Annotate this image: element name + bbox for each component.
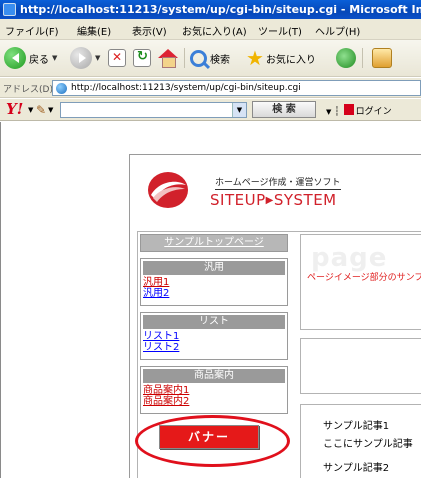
refresh-icon bbox=[133, 49, 151, 67]
history-icon bbox=[336, 48, 356, 68]
pencil-icon[interactable]: ✎ bbox=[36, 103, 46, 117]
logo-arrow-icon: ▶ bbox=[265, 195, 274, 206]
forward-button[interactable]: ▼ bbox=[70, 46, 100, 70]
site-tagline: ホームページ作成・運営ソフト bbox=[215, 175, 341, 190]
yahoo-login[interactable]: ▼ ┆ ログイン bbox=[326, 104, 392, 117]
yahoo-search-button[interactable]: 検 索 bbox=[252, 101, 316, 118]
article-item[interactable]: サンプル記事1 bbox=[323, 417, 389, 432]
logo-left: SITEUP bbox=[210, 191, 266, 209]
history-button[interactable] bbox=[336, 46, 356, 70]
sidebar-link-general-2[interactable]: 汎用2 bbox=[141, 288, 287, 299]
home-icon bbox=[158, 49, 178, 68]
forward-dropdown-icon[interactable]: ▼ bbox=[95, 54, 100, 62]
search-button[interactable]: 検索 bbox=[190, 46, 230, 70]
page-image-area: page ページイメージ部分のサンプル bbox=[300, 234, 421, 330]
standard-toolbar: 戻る ▼ ▼ 検索 ★ お気に入り bbox=[0, 40, 421, 77]
stop-icon bbox=[108, 49, 126, 67]
toolbar-separator bbox=[184, 48, 185, 68]
page-image-note: ページイメージ部分のサンプル bbox=[307, 273, 421, 283]
menu-view[interactable]: 表示(V) bbox=[132, 23, 167, 38]
back-button[interactable]: 戻る ▼ bbox=[4, 46, 57, 70]
article-item[interactable]: ここにサンプル記事 bbox=[323, 435, 413, 450]
menu-bar: ファイル(F) 編集(E) 表示(V) お気に入り(A) ツール(T) ヘルプ(… bbox=[0, 19, 421, 40]
content-area bbox=[300, 338, 421, 394]
sidebar-top-link[interactable]: サンプルトップページ bbox=[140, 234, 288, 252]
chevron-down-icon[interactable]: ▼ bbox=[232, 103, 246, 117]
sidebar-link-list-1[interactable]: リスト1 bbox=[141, 331, 287, 342]
sidebar-group-heading: 汎用 bbox=[143, 261, 285, 275]
sidebar-group-heading: 商品案内 bbox=[143, 369, 285, 383]
pencil-dropdown-icon[interactable]: ▼ bbox=[48, 106, 53, 114]
page-icon bbox=[56, 83, 67, 94]
menu-tools[interactable]: ツール(T) bbox=[258, 23, 302, 38]
mail-button[interactable] bbox=[372, 46, 392, 70]
refresh-button[interactable] bbox=[133, 46, 151, 70]
address-bar: アドレス(D) http://localhost:11213/system/up… bbox=[0, 78, 421, 98]
menu-edit[interactable]: 編集(E) bbox=[77, 23, 111, 38]
window-title-bar: http://localhost:11213/system/up/cgi-bin… bbox=[0, 0, 421, 19]
sidebar-link-products-1[interactable]: 商品案内1 bbox=[141, 385, 287, 396]
favorites-star-icon: ★ bbox=[246, 46, 264, 70]
login-label: ログイン bbox=[355, 107, 392, 117]
login-icon bbox=[343, 104, 354, 115]
sidebar-group-heading: リスト bbox=[143, 315, 285, 329]
yahoo-toolbar: Y! ▼ ✎ ▼ ▼ 検 索 ▼ ┆ ログイン bbox=[0, 99, 421, 121]
search-label: 検索 bbox=[210, 54, 230, 66]
menu-favorites[interactable]: お気に入り(A) bbox=[182, 23, 247, 38]
page-image-watermark: page bbox=[311, 243, 388, 273]
forward-arrow-icon bbox=[70, 47, 92, 69]
highlight-ellipse bbox=[135, 415, 290, 467]
sidebar-link-list-2[interactable]: リスト2 bbox=[141, 342, 287, 353]
back-arrow-icon bbox=[4, 47, 26, 69]
sidebar-link-general-1[interactable]: 汎用1 bbox=[141, 277, 287, 288]
yahoo-logo[interactable]: Y! bbox=[6, 100, 23, 118]
yahoo-search-input[interactable]: ▼ bbox=[60, 102, 247, 118]
address-input[interactable]: http://localhost:11213/system/up/cgi-bin… bbox=[52, 80, 421, 96]
stop-button[interactable] bbox=[108, 46, 126, 70]
dropdown-icon: ▼ bbox=[326, 108, 332, 116]
article-list: サンプル記事1 ここにサンプル記事 サンプル記事2 bbox=[300, 404, 421, 478]
address-label: アドレス(D) bbox=[3, 85, 53, 95]
ie-icon bbox=[3, 3, 16, 16]
favorites-button[interactable]: ★ お気に入り bbox=[246, 46, 316, 70]
back-dropdown-icon[interactable]: ▼ bbox=[52, 54, 57, 62]
sidebar-group-list: リスト リスト1 リスト2 bbox=[140, 312, 288, 360]
address-url: http://localhost:11213/system/up/cgi-bin… bbox=[71, 83, 301, 93]
menu-help[interactable]: ヘルプ(H) bbox=[315, 23, 360, 38]
home-button[interactable] bbox=[158, 46, 178, 70]
window-title: http://localhost:11213/system/up/cgi-bin… bbox=[20, 3, 421, 16]
sidebar-link-products-2[interactable]: 商品案内2 bbox=[141, 396, 287, 407]
menu-file[interactable]: ファイル(F) bbox=[5, 23, 59, 38]
back-label: 戻る bbox=[29, 54, 49, 66]
search-icon bbox=[190, 49, 207, 67]
logo-right: SYSTEM bbox=[273, 191, 337, 209]
favorites-label: お気に入り bbox=[265, 54, 316, 66]
sidebar-group-general: 汎用 汎用1 汎用2 bbox=[140, 258, 288, 306]
sidebar-group-products: 商品案内 商品案内1 商品案内2 bbox=[140, 366, 288, 414]
article-item[interactable]: サンプル記事2 bbox=[323, 459, 389, 474]
site-logo-text: SITEUP▶SYSTEM bbox=[210, 191, 337, 209]
yahoo-dropdown-icon[interactable]: ▼ bbox=[28, 106, 33, 114]
siteup-logo-icon bbox=[148, 172, 188, 208]
toolbar-separator bbox=[362, 48, 363, 68]
mail-icon bbox=[372, 48, 392, 68]
